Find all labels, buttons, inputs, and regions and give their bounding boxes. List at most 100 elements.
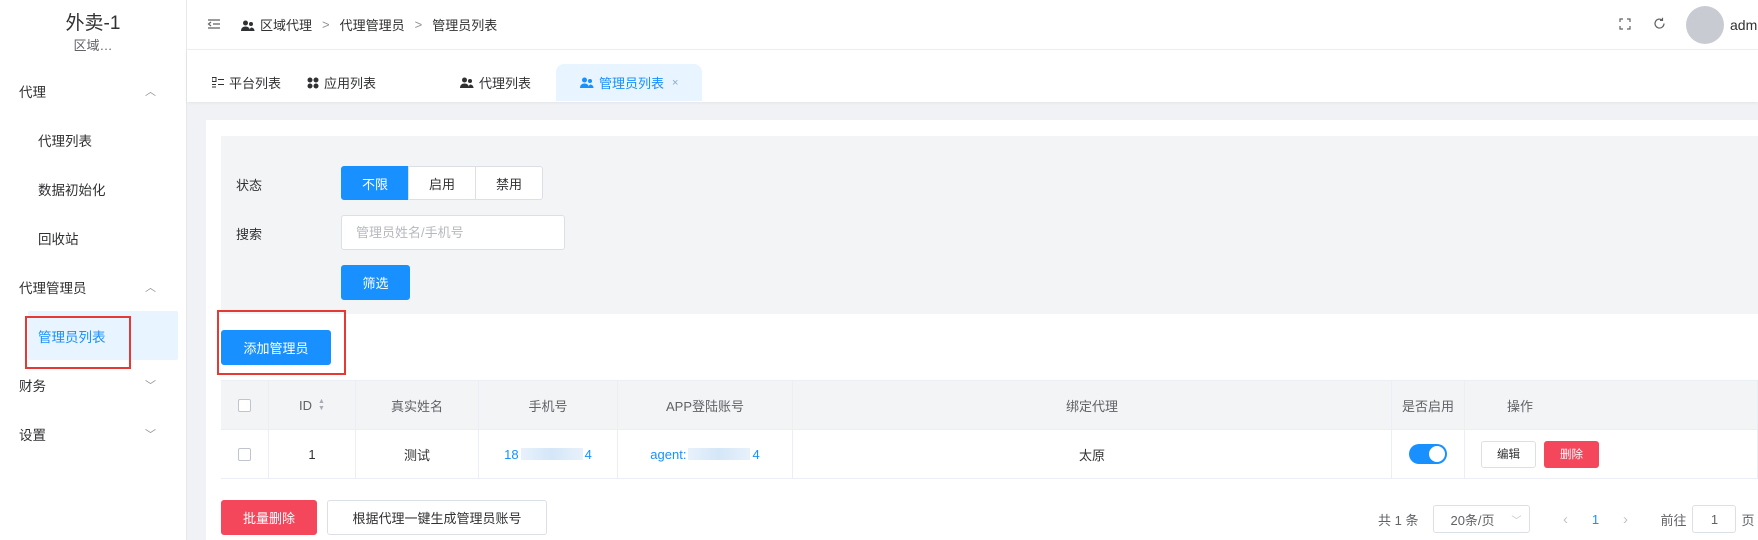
sidebar-item-agent-list[interactable]: 代理列表 <box>0 115 186 164</box>
status-segmented-control: 不限 启用 禁用 <box>341 166 543 200</box>
breadcrumb-item[interactable]: 代理管理员 <box>340 15 405 34</box>
chevron-up-icon: ︿ <box>145 281 156 294</box>
checkbox[interactable] <box>238 447 251 461</box>
list-icon <box>212 77 224 88</box>
page-size-select[interactable]: 20条/页 ﹀ <box>1433 505 1531 533</box>
enabled-toggle[interactable] <box>1409 444 1447 464</box>
account-prefix: agent: <box>650 446 687 462</box>
breadcrumb-item[interactable]: 区域代理 <box>260 15 312 34</box>
sidebar-group-label: 设置 <box>19 427 46 443</box>
column-header-actions: 操作 <box>1465 381 1758 429</box>
total-count: 共 1 条 <box>1378 512 1419 528</box>
tab-bar: 平台列表 应用列表 代理列表 管理员列表 × <box>187 50 1758 102</box>
chevron-down-icon: ﹀ <box>145 428 156 441</box>
checkbox[interactable] <box>238 398 251 412</box>
column-header-real-name: 真实姓名 <box>356 381 479 429</box>
status-option-all[interactable]: 不限 <box>341 166 409 200</box>
sidebar: 外卖-1 区域… 代理 ︿ 代理列表 数据初始化 回收站 代理管理员 ︿ 管理员… <box>0 0 187 540</box>
column-header: ID <box>299 397 313 413</box>
sort-icon[interactable]: ▲ ▼ <box>318 398 325 412</box>
status-option-enabled[interactable]: 启用 <box>408 166 476 200</box>
table-header-row: ID ▲ ▼ 真实姓名 手机号 APP登陆账号 绑定代理 是否启用 操作 <box>221 381 1758 430</box>
sidebar-group-agent-admin[interactable]: 代理管理员 ︿ <box>0 262 186 311</box>
filter-button[interactable]: 筛选 <box>341 265 410 300</box>
page-size-value: 20条/页 <box>1450 512 1495 528</box>
app-subtitle: 区域… <box>73 38 113 53</box>
sidebar-item-recycle-bin[interactable]: 回收站 <box>0 213 186 262</box>
menu-fold-icon[interactable] <box>207 17 223 33</box>
table-row: 1 测试 18 4 agent: 4 太原 编辑 删除 <box>221 430 1758 479</box>
sidebar-item-data-init[interactable]: 数据初始化 <box>0 164 186 213</box>
add-admin-button[interactable]: 添加管理员 <box>221 330 331 365</box>
edit-button[interactable]: 编辑 <box>1481 440 1536 468</box>
status-label: 状态 <box>236 178 263 193</box>
breadcrumb-separator: > <box>322 17 330 32</box>
tab-label: 代理列表 <box>479 76 532 91</box>
tab-label: 应用列表 <box>324 76 377 91</box>
page-unit-label: 页 <box>1741 512 1755 528</box>
sidebar-group-label: 代理 <box>19 84 46 100</box>
tab-app-list[interactable]: 应用列表 <box>307 64 376 101</box>
tab-admin-list[interactable]: 管理员列表 × <box>556 64 703 101</box>
filter-panel: 状态 不限 启用 禁用 搜索 筛选 <box>221 136 1758 314</box>
delete-button[interactable]: 删除 <box>1544 440 1599 468</box>
tab-agent-list[interactable]: 代理列表 <box>460 64 531 101</box>
top-header: 区域代理 > 代理管理员 > 管理员列表 adm <box>187 0 1758 50</box>
row-select[interactable] <box>221 430 269 478</box>
cell-app-account[interactable]: agent: 4 <box>618 430 793 478</box>
sidebar-item-admin-list[interactable]: 管理员列表 <box>28 311 178 360</box>
header-id[interactable]: ID ▲ ▼ <box>269 381 356 429</box>
chevron-down-icon: ﹀ <box>1511 515 1522 527</box>
tab-label: 管理员列表 <box>599 76 665 91</box>
sidebar-group-finance[interactable]: 财务 ﹀ <box>0 360 186 409</box>
cell-enabled <box>1392 430 1465 478</box>
generate-accounts-button[interactable]: 根据代理一键生成管理员账号 <box>327 500 547 535</box>
next-page-icon[interactable]: › <box>1610 511 1640 528</box>
brand: 外卖-1 区域… <box>0 0 186 66</box>
prev-page-icon[interactable]: ‹ <box>1550 511 1580 528</box>
users-icon <box>580 77 594 88</box>
goto-label: 前往 <box>1660 512 1687 528</box>
goto-page-input[interactable] <box>1692 505 1737 533</box>
cell-real-name: 测试 <box>356 430 479 478</box>
sidebar-group-label: 财务 <box>19 378 46 394</box>
header-select-all[interactable] <box>221 381 269 429</box>
search-label: 搜索 <box>236 227 263 242</box>
apps-icon <box>307 77 319 88</box>
page-number[interactable]: 1 <box>1580 512 1610 527</box>
avatar[interactable] <box>1686 6 1724 44</box>
phone-suffix: 4 <box>584 446 592 462</box>
cell-phone[interactable]: 18 4 <box>479 430 618 478</box>
breadcrumb-separator: > <box>414 17 423 32</box>
breadcrumb-item: 管理员列表 <box>432 18 498 33</box>
bulk-delete-button[interactable]: 批量删除 <box>221 500 317 535</box>
close-icon[interactable]: × <box>672 77 678 89</box>
column-header-enabled: 是否启用 <box>1392 381 1465 429</box>
admin-table: ID ▲ ▼ 真实姓名 手机号 APP登陆账号 绑定代理 是否启用 操作 1 测试… <box>221 380 1758 479</box>
column-header-app-account: APP登陆账号 <box>618 381 793 429</box>
pagination: 共 1 条 20条/页 ﹀ ‹ 1 › 前往 页 <box>1378 505 1755 533</box>
tab-platform-list[interactable]: 平台列表 <box>212 64 281 101</box>
status-option-disabled[interactable]: 禁用 <box>475 166 543 200</box>
chevron-down-icon: ﹀ <box>145 379 156 392</box>
header-actions: adm <box>1618 0 1758 50</box>
cell-actions: 编辑 删除 <box>1465 430 1758 478</box>
users-icon <box>460 77 474 88</box>
username[interactable]: adm <box>1730 17 1758 33</box>
refresh-icon[interactable] <box>1652 17 1666 33</box>
fullscreen-icon[interactable] <box>1618 17 1632 33</box>
redacted-mask <box>688 448 751 460</box>
sidebar-group-label: 代理管理员 <box>19 280 87 296</box>
sidebar-group-agent[interactable]: 代理 ︿ <box>0 66 186 115</box>
search-input[interactable] <box>341 215 565 250</box>
cell-bound-agent: 太原 <box>793 430 1392 478</box>
app-title: 外卖-1 <box>65 13 121 34</box>
chevron-up-icon: ︿ <box>145 85 156 98</box>
cell-id: 1 <box>269 430 356 478</box>
redacted-mask <box>520 448 583 460</box>
tab-label: 平台列表 <box>229 76 282 91</box>
users-icon <box>241 20 255 31</box>
column-header-phone: 手机号 <box>479 381 618 429</box>
account-suffix: 4 <box>752 446 760 462</box>
sidebar-group-settings[interactable]: 设置 ﹀ <box>0 409 186 458</box>
